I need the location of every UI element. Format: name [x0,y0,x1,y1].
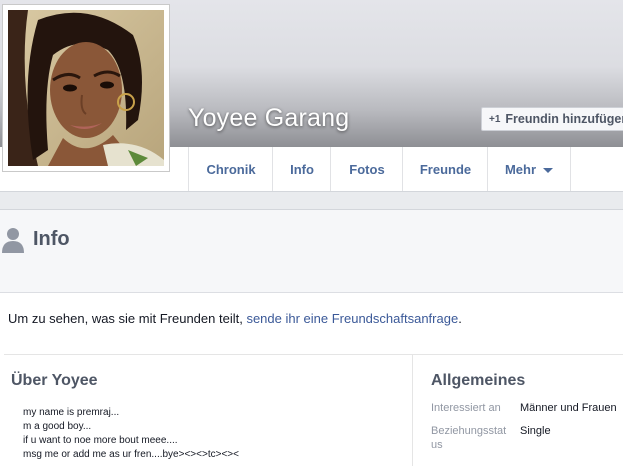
tab-mehr[interactable]: Mehr [487,147,571,191]
person-icon [2,228,24,253]
tab-chronik[interactable]: Chronik [188,147,273,191]
add-friend-icon: +1 [489,113,501,125]
add-friend-label: Freundin hinzufügen [505,112,623,126]
about-line: m a good boy... [23,421,92,432]
about-line: my name is premraj... [23,407,120,418]
profile-photo [8,10,164,166]
section-divider [0,192,623,209]
tab-freunde[interactable]: Freunde [402,147,488,191]
privacy-notice: Um zu sehen, was sie mit Freunden teilt,… [8,311,462,326]
info-header: Info [0,209,623,293]
notice-end: . [458,311,462,326]
general-heading: Allgemeines [431,372,526,389]
about-line: msg me or add me as ur fren....bye><><>t… [23,449,239,460]
tab-mehr-label: Mehr [504,161,537,177]
add-friend-button[interactable]: +1 Freundin hinzufügen [481,107,623,131]
tab-fotos[interactable]: Fotos [330,147,403,191]
page-title: Info [33,228,70,250]
relationship-value: Single [520,425,551,437]
about-text: my name is premraj... m a good boy... if… [23,406,239,462]
chevron-down-icon [543,167,554,173]
notice-text: Um zu sehen, was sie mit Freunden teilt, [8,311,247,326]
interested-in-value: Männer und Frauen [520,402,617,414]
divider [4,354,623,355]
tab-info[interactable]: Info [272,147,331,191]
profile-name: Yoyee Garang [188,104,350,132]
column-divider [412,355,413,466]
about-heading: Über Yoyee [11,372,98,389]
about-line: if u want to noe more bout meee.... [23,435,178,446]
friend-request-link[interactable]: sende ihr eine Freundschaftsanfrage [246,311,458,326]
interested-in-label: Interessiert an [431,402,501,414]
relationship-label: Beziehungsstatus [431,425,507,451]
profile-picture[interactable] [2,4,170,172]
